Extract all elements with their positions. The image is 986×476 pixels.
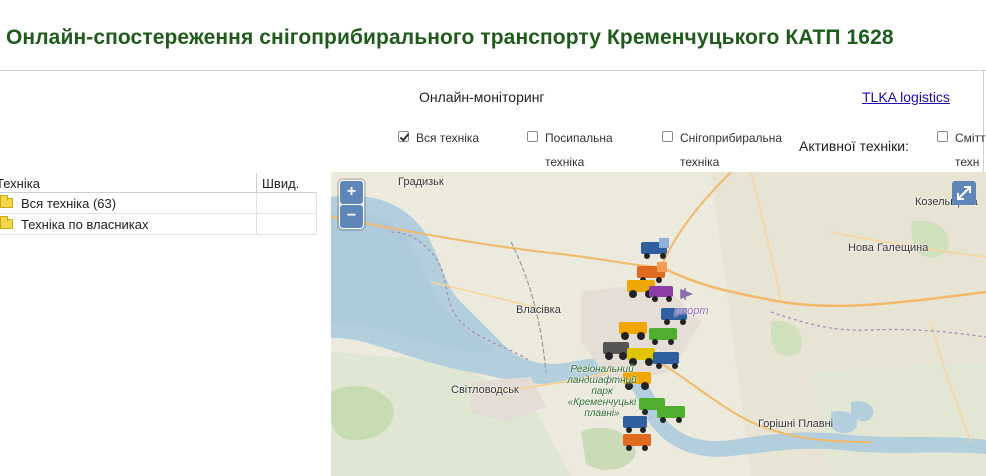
fullscreen-button[interactable] [952, 181, 976, 205]
checkbox-spreading-vehicles[interactable] [527, 131, 538, 142]
map-label: Власівка [516, 304, 561, 316]
active-vehicles-label: Активної техніки: [799, 138, 909, 154]
filter-label: техніка [680, 155, 720, 169]
filter-label: Вся техніка [416, 131, 480, 145]
divider [0, 70, 986, 71]
filter-label: Смітт [955, 131, 986, 145]
column-header-speed[interactable]: Швид. [262, 176, 299, 191]
map-label: рпорт [675, 305, 709, 317]
map-label: Горішні Плавні [758, 418, 834, 430]
map-view[interactable]: Градизьк Козельщина Нова Галещина Власів… [331, 172, 986, 476]
folder-icon [0, 216, 13, 229]
tree-header: Техніка Швид. [0, 173, 317, 193]
filter-label: техн [955, 155, 980, 169]
column-header-vehicles[interactable]: Техніка [0, 176, 40, 191]
vehicle-tree: Техніка Швид. Вся техніка (63) Техніка п… [0, 173, 317, 235]
filter-garbage-vehicles[interactable]: Смітт техн [937, 126, 986, 174]
checkbox-snow-removal-vehicles[interactable] [662, 131, 673, 142]
map-label: Градизьк [398, 176, 444, 188]
filter-label: техніка [545, 155, 585, 169]
zoom-in-button[interactable]: + [340, 181, 363, 204]
monitoring-title: Онлайн-моніторинг [419, 89, 545, 105]
checkbox-all-vehicles[interactable] [398, 131, 409, 142]
filter-label: Снігоприбиральна [680, 131, 783, 145]
tlka-logistics-link[interactable]: TLKA logistics [862, 89, 950, 105]
zoom-control: + − [339, 180, 364, 229]
expand-icon [957, 186, 971, 200]
map-label: Нова Галещина [848, 242, 929, 254]
filter-label: Посипальна [545, 131, 613, 145]
tree-row-label: Техніка по власниках [21, 217, 149, 232]
map-tiles [331, 172, 986, 476]
folder-icon [0, 195, 13, 208]
zoom-out-button[interactable]: − [340, 205, 363, 228]
tree-row-all-vehicles[interactable]: Вся техніка (63) [0, 193, 317, 214]
tree-row-by-owner[interactable]: Техніка по власниках [0, 214, 317, 235]
checkbox-garbage-vehicles[interactable] [937, 131, 948, 142]
tree-row-label: Вся техніка (63) [21, 196, 117, 211]
page-title: Онлайн-спостереження снігоприбирального … [6, 26, 894, 49]
map-label: Світловодськ [451, 384, 519, 396]
map-label: Регіональний ландшафтний парк «Кременчуц… [567, 364, 637, 419]
